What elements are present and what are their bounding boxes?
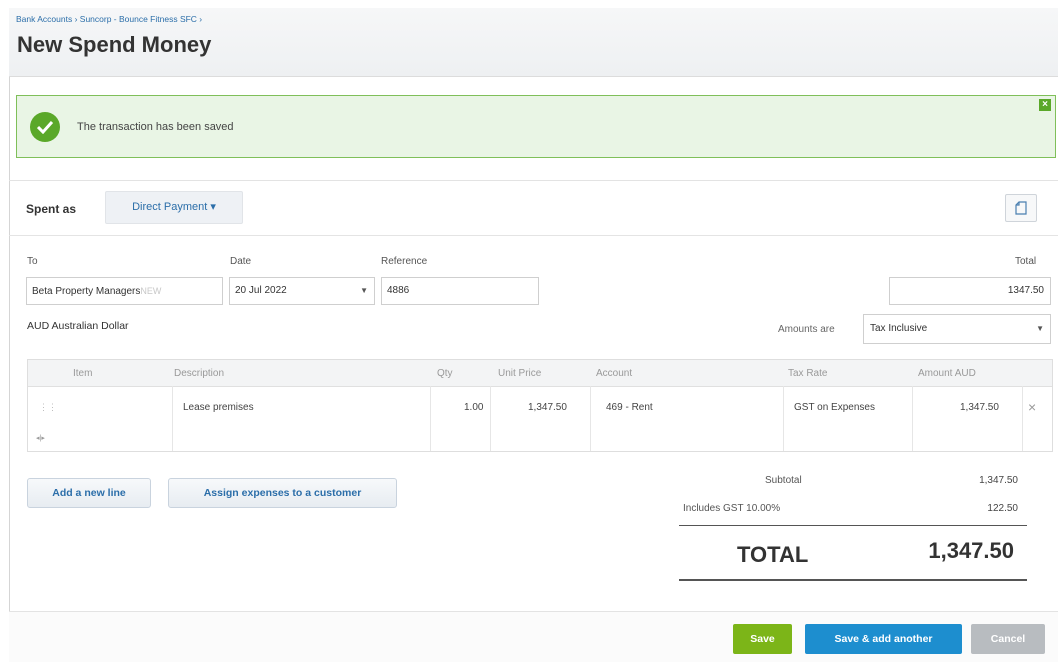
save-button[interactable]: Save [733, 624, 792, 654]
row-account[interactable]: 469 - Rent [606, 402, 653, 413]
row-qty[interactable]: 1.00 [464, 402, 483, 413]
currency-label: AUD Australian Dollar [27, 320, 129, 332]
page-title: New Spend Money [17, 32, 212, 57]
drag-handle-icon[interactable]: ⋮⋮ [39, 402, 57, 413]
reference-label: Reference [381, 256, 428, 267]
col-qty: Qty [437, 368, 453, 379]
total-field[interactable]: 1347.50 [889, 277, 1051, 305]
col-tax-rate: Tax Rate [788, 368, 828, 379]
col-account: Account [596, 368, 633, 379]
spent-as-label: Spent as [26, 202, 77, 216]
cancel-button[interactable]: Cancel [971, 624, 1045, 654]
success-notice: The transaction has been saved × [16, 95, 1056, 158]
document-icon[interactable] [1005, 194, 1037, 222]
save-add-another-button[interactable]: Save & add another [805, 624, 962, 654]
col-unit-price: Unit Price [498, 368, 542, 379]
footer-actions: Save Save & add another Cancel [9, 611, 1058, 662]
row-arrows-icon[interactable]: ◂|▸ [36, 434, 45, 442]
row-tax-rate[interactable]: GST on Expenses [794, 402, 875, 413]
date-field[interactable]: 20 Jul 2022 ▼ [229, 277, 375, 305]
date-value: 20 Jul 2022 [235, 285, 287, 296]
payment-type-dropdown[interactable]: Direct Payment ▾ [105, 191, 243, 224]
total-divider [679, 525, 1027, 526]
page-header: Bank Accounts › Suncorp - Bounce Fitness… [9, 8, 1058, 77]
close-icon[interactable]: × [1039, 99, 1051, 111]
row-description[interactable]: Lease premises [183, 402, 254, 413]
to-field[interactable]: Beta Property ManagersNEW [26, 277, 223, 305]
col-description: Description [174, 368, 225, 379]
reference-field[interactable]: 4886 [381, 277, 539, 305]
chevron-down-icon[interactable]: ▼ [360, 278, 368, 304]
to-label: To [27, 256, 38, 267]
row-amount[interactable]: 1,347.50 [960, 402, 999, 413]
tax-mode-select[interactable]: Tax Inclusive ▼ [863, 314, 1051, 344]
total-label: Total [1015, 256, 1037, 267]
chevron-down-icon: ▼ [1036, 324, 1044, 333]
checkmark-icon [30, 112, 60, 142]
to-value: Beta Property Managers [32, 286, 141, 297]
new-contact-badge: NEW [140, 286, 162, 296]
delete-row-icon[interactable]: × [1028, 399, 1036, 415]
add-line-button[interactable]: Add a new line [27, 478, 151, 508]
grand-total-value: 1,347.50 [928, 538, 1014, 563]
tax-mode-value: Tax Inclusive [870, 323, 928, 334]
line-items-table: Item Description Qty Unit Price Account … [27, 359, 1053, 452]
row-unit-price[interactable]: 1,347.50 [528, 402, 567, 413]
grand-total-label: TOTAL [737, 542, 809, 567]
notice-message: The transaction has been saved [77, 121, 234, 133]
date-label: Date [230, 256, 252, 267]
subtotal-value: 1,347.50 [979, 475, 1018, 486]
total-underline [679, 579, 1027, 581]
amounts-are-label: Amounts are [778, 324, 835, 335]
gst-label: Includes GST 10.00% [683, 503, 781, 514]
assign-customer-button[interactable]: Assign expenses to a customer [168, 478, 397, 508]
col-amount: Amount AUD [918, 368, 976, 379]
gst-value: 122.50 [987, 503, 1018, 514]
spent-as-row: Spent as Direct Payment ▾ [9, 181, 1058, 236]
table-header: Item Description Qty Unit Price Account … [28, 360, 1052, 387]
transaction-panel: Spent as Direct Payment ▾ To Beta Proper… [9, 180, 1058, 621]
subtotal-label: Subtotal [765, 475, 802, 486]
col-item: Item [73, 368, 93, 379]
breadcrumb[interactable]: Bank Accounts › Suncorp - Bounce Fitness… [16, 14, 202, 24]
